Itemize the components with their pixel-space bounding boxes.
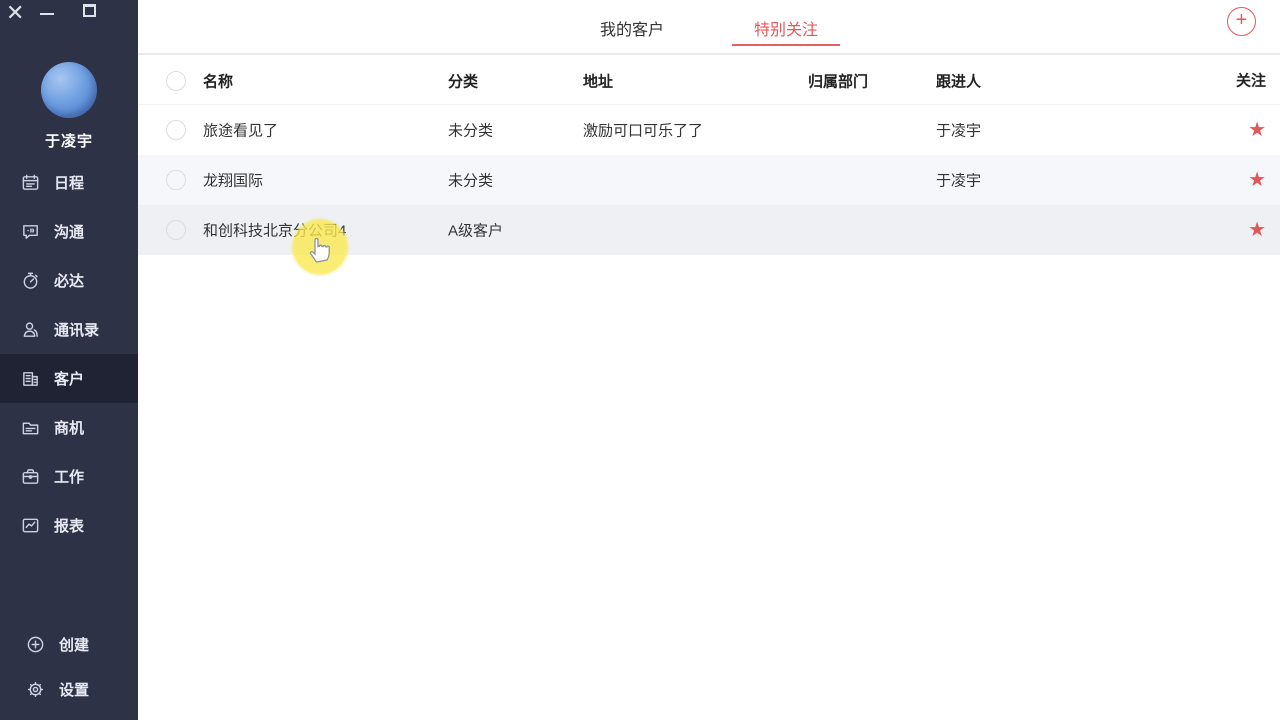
sidebar-item-label: 通讯录 [54,319,99,340]
report-icon [21,516,40,535]
tab-special-focus[interactable]: 特别关注 [750,0,822,55]
col-header-name: 名称 [203,70,233,91]
sidebar-item-label: 创建 [59,634,89,655]
sidebar-menu: 日程沟通必达通讯录客户商机工作报表 [0,158,138,550]
sidebar-item-plus-circle[interactable]: 创建 [0,622,138,667]
user-name: 于凌宇 [0,130,138,151]
sidebar-item-folder[interactable]: 商机 [0,403,138,452]
sidebar-item-label: 客户 [54,368,84,389]
sidebar-item-label: 日程 [54,172,84,193]
app-window: ✕ 于凌宇 日程沟通必达通讯录客户商机工作报表 创建设置 我的客户特别关注 + … [0,0,1280,720]
col-header-category: 分类 [448,70,478,91]
table-row[interactable]: 龙翔国际 未分类 于凌宇 ★ [138,155,1280,205]
sidebar-item-label: 必达 [54,270,84,291]
col-header-department: 归属部门 [808,70,868,91]
sidebar-item-contacts[interactable]: 通讯录 [0,305,138,354]
table-row[interactable]: 旅途看见了 未分类 激励可口可乐了了 于凌宇 ★ [138,105,1280,155]
window-controls: ✕ [0,0,138,30]
customer-name[interactable]: 龙翔国际 [203,170,263,191]
close-icon[interactable]: ✕ [6,2,24,24]
sidebar-item-report[interactable]: 报表 [0,501,138,550]
star-icon[interactable]: ★ [1248,120,1266,140]
sidebar-item-calendar[interactable]: 日程 [0,158,138,207]
calendar-icon [21,173,40,192]
minimize-icon[interactable] [40,13,54,15]
avatar[interactable] [41,62,97,118]
customer-category: A级客户 [448,220,503,241]
sidebar-item-label: 设置 [59,679,89,700]
add-customer-button[interactable]: + [1227,7,1256,36]
col-header-address: 地址 [583,70,613,91]
customer-category: 未分类 [448,120,493,141]
customers-icon [21,369,40,388]
sidebar-item-label: 工作 [54,466,84,487]
col-header-star: 关注 [1236,73,1266,88]
select-all-checkbox[interactable] [166,71,186,91]
plus-circle-icon [26,635,45,654]
sidebar-item-label: 沟通 [54,221,84,242]
tab-bar: 我的客户 特别关注 [138,0,1280,55]
sidebar-item-label: 报表 [54,515,84,536]
star-icon[interactable]: ★ [1248,220,1266,240]
briefcase-icon [21,467,40,486]
row-checkbox[interactable] [166,120,186,140]
gear-icon [26,680,45,699]
maximize-icon[interactable] [83,4,96,17]
chat-icon [21,222,40,241]
sidebar-item-chat[interactable]: 沟通 [0,207,138,256]
folder-icon [21,418,40,437]
sidebar-item-customers[interactable]: 客户 [0,354,138,403]
row-checkbox[interactable] [166,220,186,240]
contacts-icon [21,320,40,339]
user-profile: 于凌宇 [0,62,138,151]
customer-category: 未分类 [448,170,493,191]
sidebar-item-stopwatch[interactable]: 必达 [0,256,138,305]
sidebar-footer-menu: 创建设置 [0,622,138,712]
topbar: 我的客户 特别关注 + [138,0,1280,55]
col-header-follower: 跟进人 [936,70,981,91]
stopwatch-icon [21,271,40,290]
table-header-row: 名称 分类 地址 归属部门 跟进人 关注 [138,57,1280,105]
customer-address: 激励可口可乐了了 [583,120,703,141]
sidebar-item-briefcase[interactable]: 工作 [0,452,138,501]
sidebar-item-label: 商机 [54,417,84,438]
customer-follower: 于凌宇 [936,120,981,141]
customer-name[interactable]: 和创科技北京分公司4 [203,220,346,241]
customer-follower: 于凌宇 [936,170,981,191]
tab-my-customers[interactable]: 我的客户 [596,0,668,55]
sidebar: ✕ 于凌宇 日程沟通必达通讯录客户商机工作报表 创建设置 [0,0,138,720]
customer-name[interactable]: 旅途看见了 [203,120,278,141]
sidebar-item-gear[interactable]: 设置 [0,667,138,712]
row-checkbox[interactable] [166,170,186,190]
table-row[interactable]: 和创科技北京分公司4 A级客户 ★ [138,205,1280,255]
customer-table: 名称 分类 地址 归属部门 跟进人 关注 旅途看见了未分类激励可口可乐了了于凌宇… [138,57,1280,255]
star-icon[interactable]: ★ [1248,170,1266,190]
